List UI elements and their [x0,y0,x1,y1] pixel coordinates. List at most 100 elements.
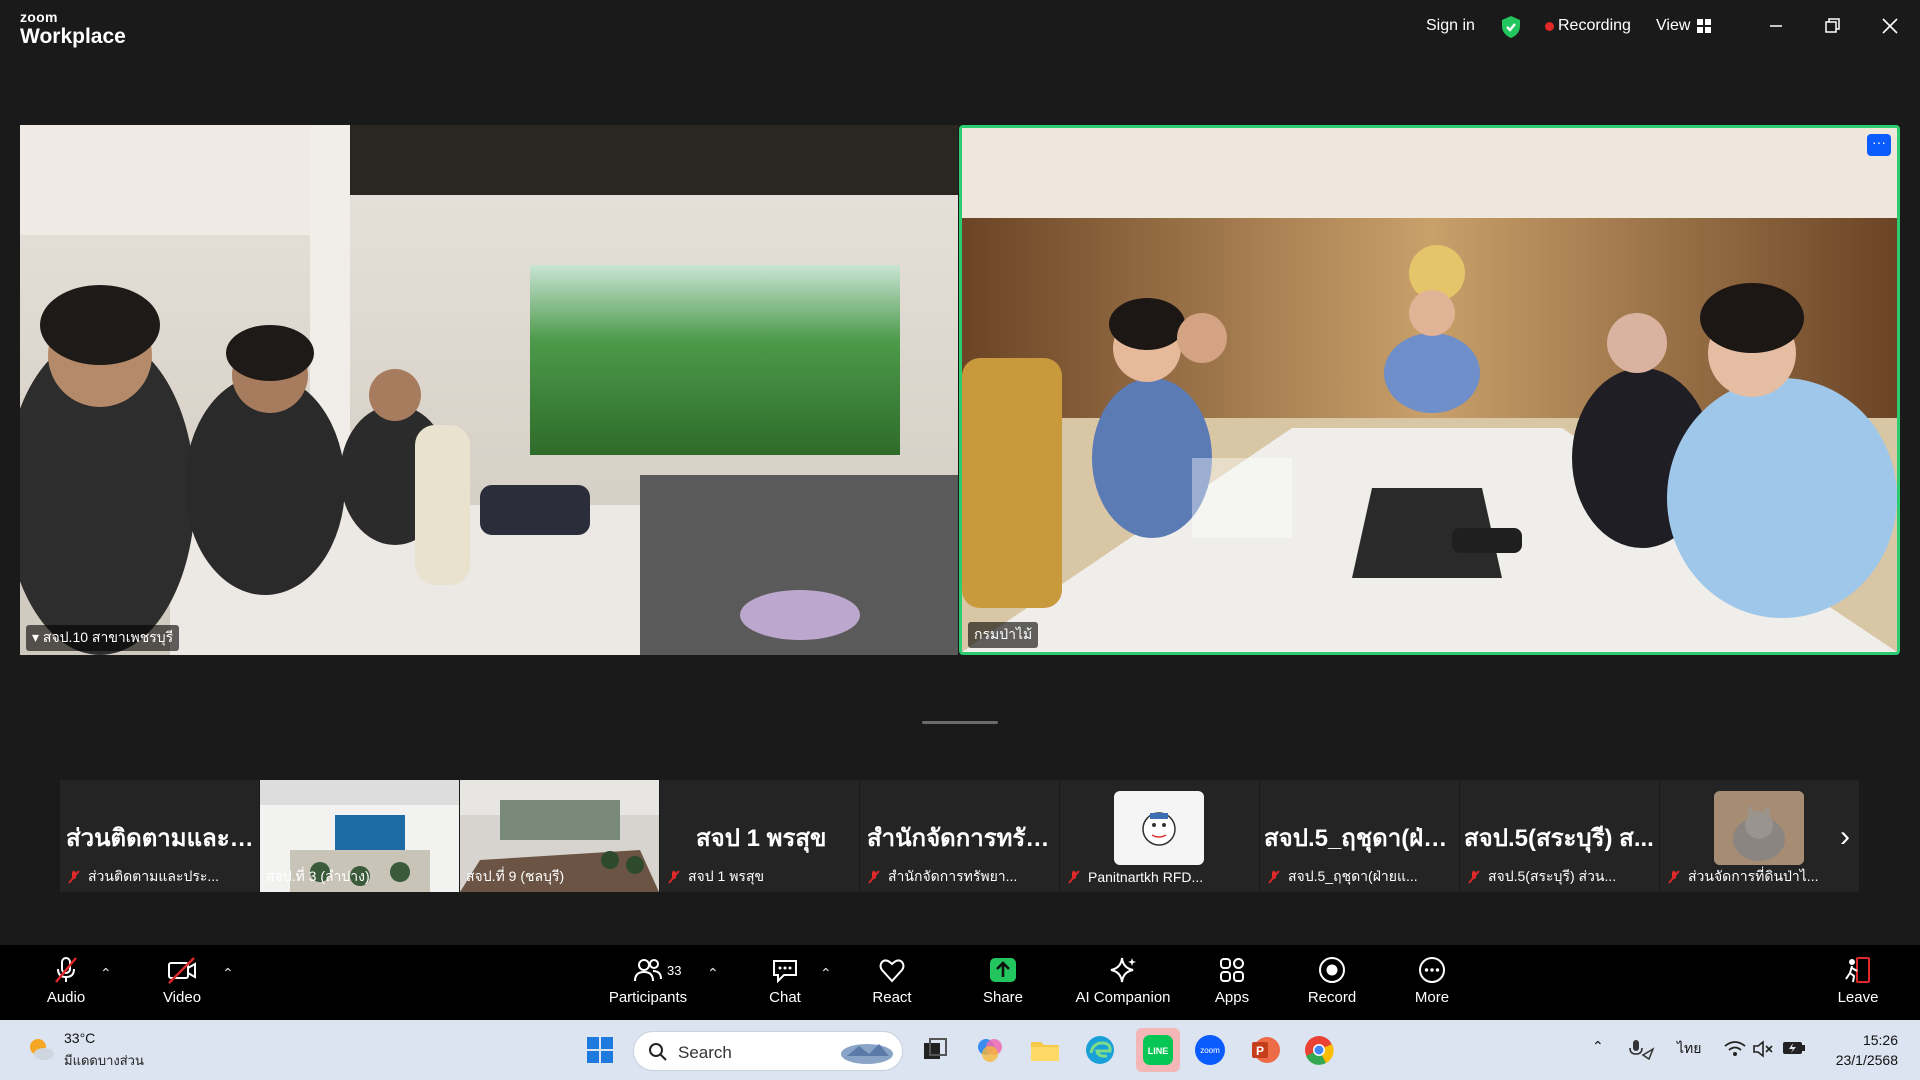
share-button[interactable]: Share [978,955,1028,1015]
participant-thumbnail[interactable]: สจป.ที่ 9 (ชลบุรี) [460,780,659,892]
heart-icon [879,959,905,983]
weather-partly-sunny-icon[interactable] [26,1034,56,1064]
more-button[interactable]: More [1409,955,1455,1015]
participant-thumbnail[interactable]: สจป 1 พรสุข สจป 1 พรสุข [660,780,859,892]
system-clock[interactable]: 15:26 23/1/2568 [1836,1030,1898,1070]
muted-mic-icon [1268,870,1280,884]
recording-indicator[interactable]: Recording [1558,17,1631,35]
encryption-shield-icon[interactable] [1500,15,1522,44]
participant-display-name: สำนักจัดการทรัพ... [867,825,1057,852]
participants-options-caret-icon[interactable]: ⌃ [707,965,719,982]
participant-label: สำนักจัดการทรัพยา... [866,867,1051,887]
chrome-icon[interactable] [1302,1033,1336,1067]
apps-button[interactable]: Apps [1209,955,1255,1015]
chat-options-caret-icon[interactable]: ⌃ [820,965,832,982]
sign-in-link[interactable]: Sign in [1426,17,1475,35]
more-dots-icon [1419,957,1445,983]
close-icon[interactable] [1878,14,1902,38]
participants-icon [634,959,662,982]
copilot-icon[interactable] [973,1033,1007,1067]
grid-view-icon[interactable] [1697,19,1711,38]
participant-label: สจป 1 พรสุข [666,867,851,887]
share-label: Share [982,989,1024,1006]
participant-label: สจป.5_ฤชุดา(ฝ่ายแ... [1266,867,1451,887]
minimize-icon[interactable] [1764,14,1788,38]
muted-mic-icon [868,870,880,884]
tile-more-options-button[interactable]: ··· [1867,134,1891,156]
video-off-icon [168,957,196,984]
taskbar-search-input[interactable]: Search [633,1031,903,1071]
weather-description[interactable]: มีแดดบางส่วน [64,1050,144,1071]
ai-companion-button[interactable]: AI Companion [1073,955,1173,1015]
participant-name-label: ▾ สจป.10 สาขาเพชรบุรี [26,625,180,651]
mic-in-use-icon[interactable] [1627,1038,1655,1060]
weather-temperature[interactable]: 33°C [64,1030,95,1046]
participant-label: Panitnartkh RFD... [1066,867,1251,887]
file-explorer-icon[interactable] [1028,1033,1062,1067]
meeting-toolbar: Audio ⌃ Video ⌃ Participants 33 ⌃ Chat ⌃… [0,945,1920,1020]
participant-label: สจป.5(สระบุรี) ส่วน... [1466,867,1651,887]
react-button[interactable]: React [868,955,916,1015]
video-options-caret-icon[interactable]: ⌃ [222,965,234,982]
input-language-indicator[interactable]: ไทย [1677,1038,1701,1060]
share-screen-icon [990,958,1016,982]
chat-icon [773,960,797,984]
video-label: Video [162,989,202,1006]
video-feed-image [20,125,958,655]
svg-text:zoom: zoom [1200,1046,1220,1055]
participant-thumbnail[interactable]: ส่วนติดตามและป... ส่วนติดตามและประ... [60,780,259,892]
pin-icon[interactable]: ▾ [32,629,43,645]
audio-button[interactable]: Audio [40,955,92,1015]
participant-thumbnail-strip: ส่วนติดตามและป... ส่วนติดตามและประ... สจ… [60,780,1860,947]
view-menu[interactable]: View [1656,17,1690,35]
video-tile-main-1[interactable]: ▾ สจป.10 สาขาเพชรบุรี [20,125,958,655]
avatar [1714,791,1804,865]
audio-options-caret-icon[interactable]: ⌃ [100,965,112,982]
windows-start-icon[interactable] [585,1035,615,1065]
participant-label: ส่วนจัดการที่ดินป่าไ... [1666,867,1851,887]
line-app-icon[interactable]: LINE [1136,1028,1180,1072]
participant-thumbnail[interactable]: Panitnartkh RFD... [1060,780,1259,892]
resize-handle[interactable] [922,721,998,724]
muted-mic-icon [68,870,80,884]
participant-name-label: กรมป่าไม้ [968,622,1039,648]
record-button[interactable]: Record [1305,955,1359,1015]
battery-charging-icon[interactable] [1782,1040,1806,1056]
participant-thumbnail[interactable]: สจป.5_ฤชุดา(ฝ่าย... สจป.5_ฤชุดา(ฝ่ายแ... [1260,780,1459,892]
muted-mic-icon [1668,870,1680,884]
brand-top: zoom [20,9,58,25]
muted-mic-icon [1068,870,1080,884]
restore-icon[interactable] [1820,14,1844,38]
sparkle-icon [1110,957,1136,983]
more-label: More [1414,989,1450,1006]
participant-thumbnail[interactable]: สจป.ที่ 3 (ลำปาง) [260,780,459,892]
video-tile-main-2-active[interactable]: ··· กรมป่าไม้ [959,125,1900,655]
task-view-icon[interactable] [918,1033,952,1067]
wifi-icon[interactable] [1724,1040,1746,1058]
zoom-app-icon[interactable]: zoom [1193,1033,1227,1067]
brand-bottom: Workplace [20,25,126,48]
show-hidden-icons-chevron-icon[interactable]: ⌃ [1592,1038,1604,1055]
record-icon [1319,957,1345,983]
participant-thumbnail[interactable]: ส่วนจัดการที่ดินป่าไ... [1660,780,1859,892]
participant-thumbnail[interactable]: สำนักจัดการทรัพ... สำนักจัดการทรัพยา... [860,780,1059,892]
participant-thumbnail[interactable]: สจป.5(สระบุรี) ส... สจป.5(สระบุรี) ส่วน.… [1460,780,1659,892]
leave-button[interactable]: Leave [1834,955,1882,1015]
record-label: Record [1307,989,1357,1006]
title-bar: zoom Workplace Sign in Recording View [0,0,1920,55]
chat-label: Chat [769,989,801,1006]
participants-label: Participants [608,989,688,1006]
react-label: React [872,989,912,1006]
svg-text:P: P [1256,1044,1264,1058]
chat-button[interactable]: Chat [762,955,808,1015]
clock-time: 15:26 [1862,1032,1898,1048]
edge-browser-icon[interactable] [1083,1033,1117,1067]
video-feed-image [962,128,1897,652]
search-highlight-icon [841,1044,893,1064]
volume-muted-icon[interactable] [1752,1039,1774,1059]
next-page-chevron-icon[interactable]: › [1840,820,1850,854]
video-button[interactable]: Video [157,955,207,1015]
zoom-logo: zoom Workplace [20,10,126,47]
svg-text:LINE: LINE [1148,1046,1169,1056]
powerpoint-icon[interactable]: P [1248,1033,1282,1067]
